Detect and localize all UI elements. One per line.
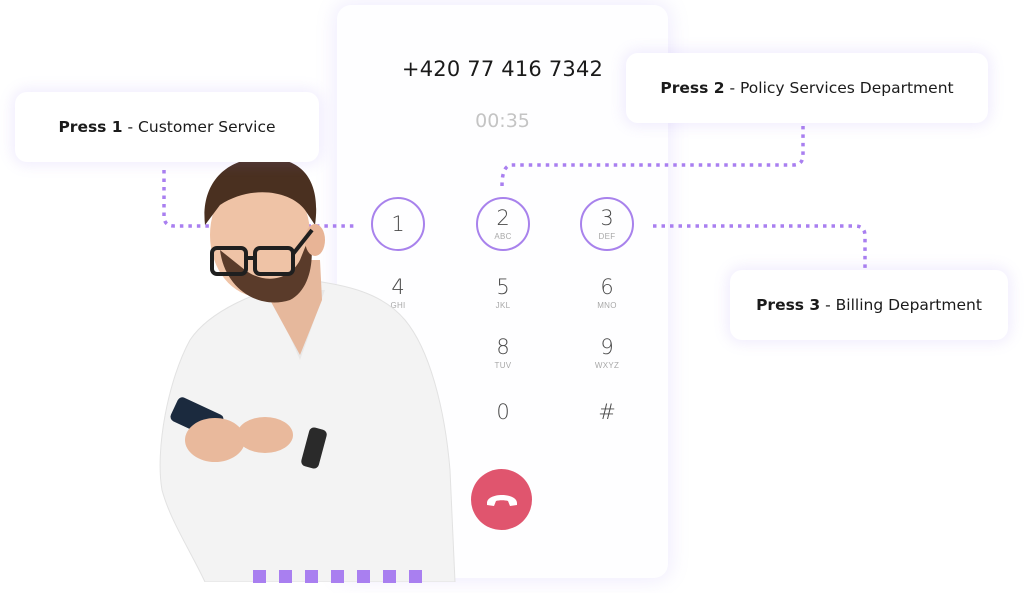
key-0[interactable]: 0 [476, 385, 530, 439]
square [305, 570, 318, 583]
option-department: Policy Services Department [740, 79, 954, 97]
option-separator: - [122, 118, 139, 136]
option-separator: - [820, 296, 836, 314]
square [383, 570, 396, 583]
key-digit: 9 [600, 335, 614, 359]
call-timer: 00:35 [475, 110, 530, 132]
option-separator: - [724, 79, 740, 97]
key-digit: 2 [496, 206, 510, 230]
key-8[interactable]: 8 TUV [476, 326, 530, 380]
key-digit: 8 [496, 335, 510, 359]
key-digit: 6 [600, 275, 614, 299]
option-press-1: Press 1 - Customer Service [15, 92, 319, 162]
key-digit: # [598, 400, 616, 424]
option-key: Press 1 [58, 118, 123, 136]
option-key: Press 2 [660, 79, 725, 97]
key-letters: WXYZ [594, 361, 620, 370]
option-press-2: Press 2 - Policy Services Department [626, 53, 988, 123]
key-3[interactable]: 3 DEF [580, 197, 634, 251]
square [409, 570, 422, 583]
phone-hangup-icon [486, 494, 517, 506]
phone-number: +420 77 416 7342 [401, 57, 604, 81]
key-digit: 5 [496, 275, 510, 299]
option-press-3: Press 3 - Billing Department [730, 270, 1008, 340]
key-9[interactable]: 9 WXYZ [580, 326, 634, 380]
person-illustration [159, 157, 456, 582]
end-call-button[interactable] [471, 469, 532, 530]
key-letters: MNO [597, 301, 617, 310]
key-letters: ABC [494, 232, 512, 241]
square [253, 570, 266, 583]
key-digit: 3 [600, 206, 614, 230]
key-2[interactable]: 2 ABC [476, 197, 530, 251]
key-hash[interactable]: # [580, 385, 634, 439]
option-key: Press 3 [756, 296, 821, 314]
key-letters: TUV [494, 361, 512, 370]
square [331, 570, 344, 583]
option-department: Billing Department [835, 296, 982, 314]
square [357, 570, 370, 583]
key-6[interactable]: 6 MNO [580, 266, 634, 320]
decorative-squares [253, 570, 422, 583]
key-letters: DEF [598, 232, 616, 241]
key-letters: JKL [495, 301, 511, 310]
connector-press-3 [653, 224, 867, 268]
square [279, 570, 292, 583]
option-department: Customer Service [138, 118, 276, 136]
key-digit: 0 [496, 400, 510, 424]
key-5[interactable]: 5 JKL [476, 266, 530, 320]
